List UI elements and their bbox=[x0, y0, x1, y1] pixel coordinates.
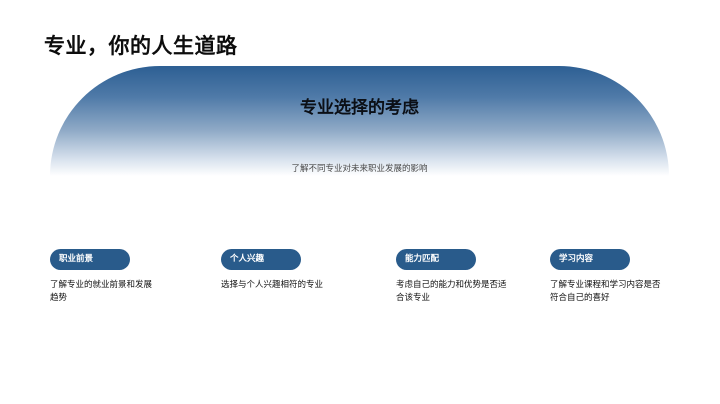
card-tag: 职业前景 bbox=[50, 249, 130, 270]
hero-banner: 专业选择的考虑 了解不同专业对未来职业发展的影响 bbox=[50, 66, 669, 176]
card-career-prospects: 职业前景 了解专业的就业前景和发展趋势 bbox=[50, 246, 200, 304]
card-tag: 能力匹配 bbox=[396, 249, 476, 270]
page-title: 专业，你的人生道路 bbox=[44, 34, 238, 58]
card-description: 了解专业的就业前景和发展趋势 bbox=[50, 280, 153, 303]
card-tag: 学习内容 bbox=[550, 249, 630, 270]
card-personal-interest: 个人兴趣 选择与个人兴趣相符的专业 bbox=[221, 246, 371, 292]
card-description: 考虑自己的能力和优势是否适合该专业 bbox=[396, 280, 507, 303]
card-ability-match: 能力匹配 考虑自己的能力和优势是否适合该专业 bbox=[396, 246, 546, 304]
card-tag: 个人兴趣 bbox=[221, 249, 301, 270]
card-study-content: 学习内容 了解专业课程和学习内容是否符合自己的喜好 bbox=[550, 246, 700, 304]
hero-title: 专业选择的考虑 bbox=[300, 98, 419, 118]
hero-subtitle: 了解不同专业对未来职业发展的影响 bbox=[291, 164, 428, 174]
card-description: 了解专业课程和学习内容是否符合自己的喜好 bbox=[550, 280, 661, 303]
card-description: 选择与个人兴趣相符的专业 bbox=[221, 280, 324, 290]
